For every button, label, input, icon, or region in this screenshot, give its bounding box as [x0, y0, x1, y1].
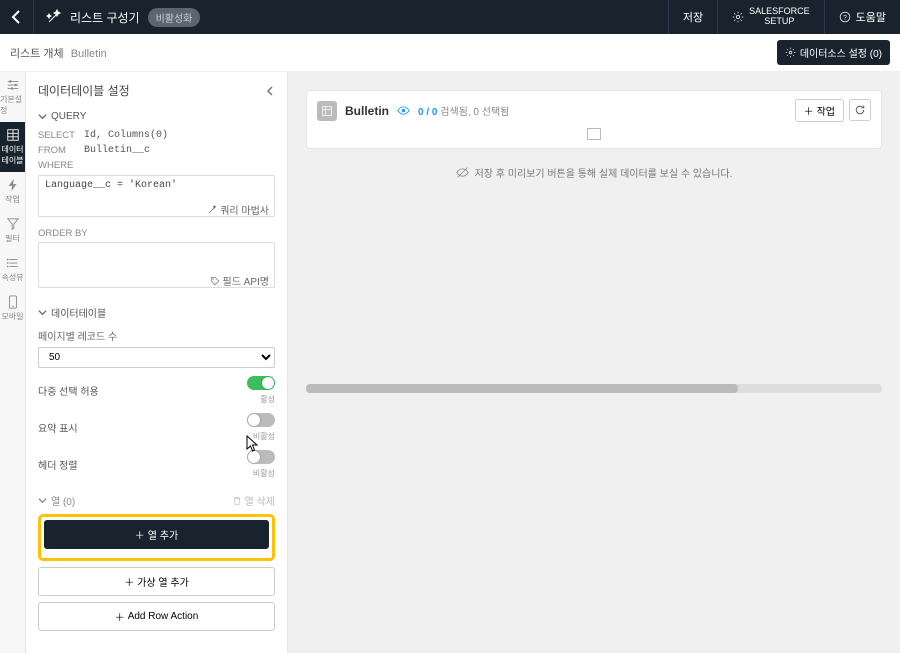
field-api-link[interactable]: 필드 API명	[210, 273, 270, 288]
magic-wand-icon	[207, 205, 217, 215]
sidebar-item-mobile[interactable]: 모바일	[0, 289, 25, 328]
refresh-icon	[854, 104, 866, 116]
add-column-button[interactable]: ＋열 추가	[44, 520, 269, 549]
sidebar-item-datatable[interactable]: 데이터 테이블	[0, 122, 25, 172]
datatable-section-toggle[interactable]: 데이터테이블	[38, 305, 275, 320]
gear-icon	[785, 47, 796, 58]
query-section-toggle[interactable]: QUERY	[38, 111, 275, 122]
chevron-down-icon	[38, 496, 47, 505]
delete-columns-button[interactable]: 열 삭제	[232, 493, 275, 508]
magic-wand-icon	[46, 9, 62, 25]
funnel-icon	[6, 217, 20, 231]
sliders-icon	[6, 78, 20, 92]
sidebar-rail: 기본설정 데이터 테이블 작업 필터 속성뷰 모바일	[0, 72, 26, 653]
save-button[interactable]: 저장	[668, 0, 717, 34]
sidebar-item-action[interactable]: 작업	[0, 172, 25, 211]
select-value: Id, Columns(0)	[84, 130, 168, 141]
bolt-icon	[6, 178, 20, 192]
settings-panel: 데이터테이블 설정 QUERY SELECTId, Columns(0) FRO…	[26, 72, 288, 653]
from-value: Bulletin__c	[84, 145, 150, 156]
sidebar-item-summary[interactable]: 속성뷰	[0, 250, 25, 289]
summary-show-label: 요약 표시	[38, 420, 78, 435]
svg-text:?: ?	[843, 14, 847, 21]
record-stats: 0 / 0 검색됨, 0 선택됨	[418, 103, 509, 118]
question-icon: ?	[839, 11, 851, 23]
tag-icon	[210, 276, 220, 286]
header-align-label: 헤더 정렬	[38, 457, 78, 472]
panel-collapse-button[interactable]	[265, 86, 275, 96]
summary-show-toggle[interactable]	[247, 413, 275, 427]
eye-off-icon	[456, 166, 469, 179]
salesforce-setup-link[interactable]: SALESFORCESETUP	[717, 0, 824, 34]
list-icon	[6, 256, 20, 270]
back-button[interactable]	[0, 0, 34, 34]
sidebar-item-basic[interactable]: 기본설정	[0, 72, 25, 122]
card-action-button[interactable]: ＋작업	[795, 99, 844, 122]
add-virtual-column-button[interactable]: ＋가상 열 추가	[38, 567, 275, 596]
multi-select-label: 다중 선택 허용	[38, 383, 99, 398]
chevron-down-icon	[38, 112, 47, 121]
preview-notice: 저장 후 미리보기 버튼을 통해 실제 데이터를 보실 수 있습니다.	[306, 155, 882, 190]
query-wizard-link[interactable]: 쿼리 마법사	[207, 202, 269, 217]
page-title: 리스트 구성기	[70, 9, 140, 26]
gear-icon	[732, 11, 744, 23]
mobile-icon	[6, 295, 20, 309]
columns-section-toggle[interactable]: 열 (0)	[51, 493, 75, 508]
chevron-down-icon	[38, 308, 47, 317]
object-icon	[317, 101, 337, 121]
refresh-button[interactable]	[849, 99, 871, 121]
table-icon	[6, 128, 20, 142]
panel-title: 데이터테이블 설정	[38, 82, 130, 99]
table-header-placeholder	[317, 122, 871, 140]
help-link[interactable]: ? 도움말	[824, 0, 900, 34]
multi-select-toggle[interactable]	[247, 376, 275, 390]
trash-icon	[232, 496, 242, 506]
datasource-settings-button[interactable]: 데이터소스 설정 (0)	[777, 40, 890, 65]
sidebar-item-filter[interactable]: 필터	[0, 211, 25, 250]
header-align-toggle[interactable]	[247, 450, 275, 464]
breadcrumb: 리스트 개체 Bulletin	[10, 45, 107, 61]
add-row-action-button[interactable]: ＋Add Row Action	[38, 602, 275, 631]
object-name: Bulletin	[345, 104, 389, 118]
arrow-left-icon	[9, 9, 25, 25]
chevron-left-icon	[265, 86, 275, 96]
eye-icon	[397, 104, 410, 117]
horizontal-scrollbar[interactable]	[306, 384, 882, 393]
preview-canvas: Bulletin 0 / 0 검색됨, 0 선택됨 ＋작업 저장 후 미리보기 …	[288, 72, 900, 653]
page-records-select[interactable]: 50	[38, 347, 275, 368]
status-badge: 비활성화	[148, 8, 201, 27]
